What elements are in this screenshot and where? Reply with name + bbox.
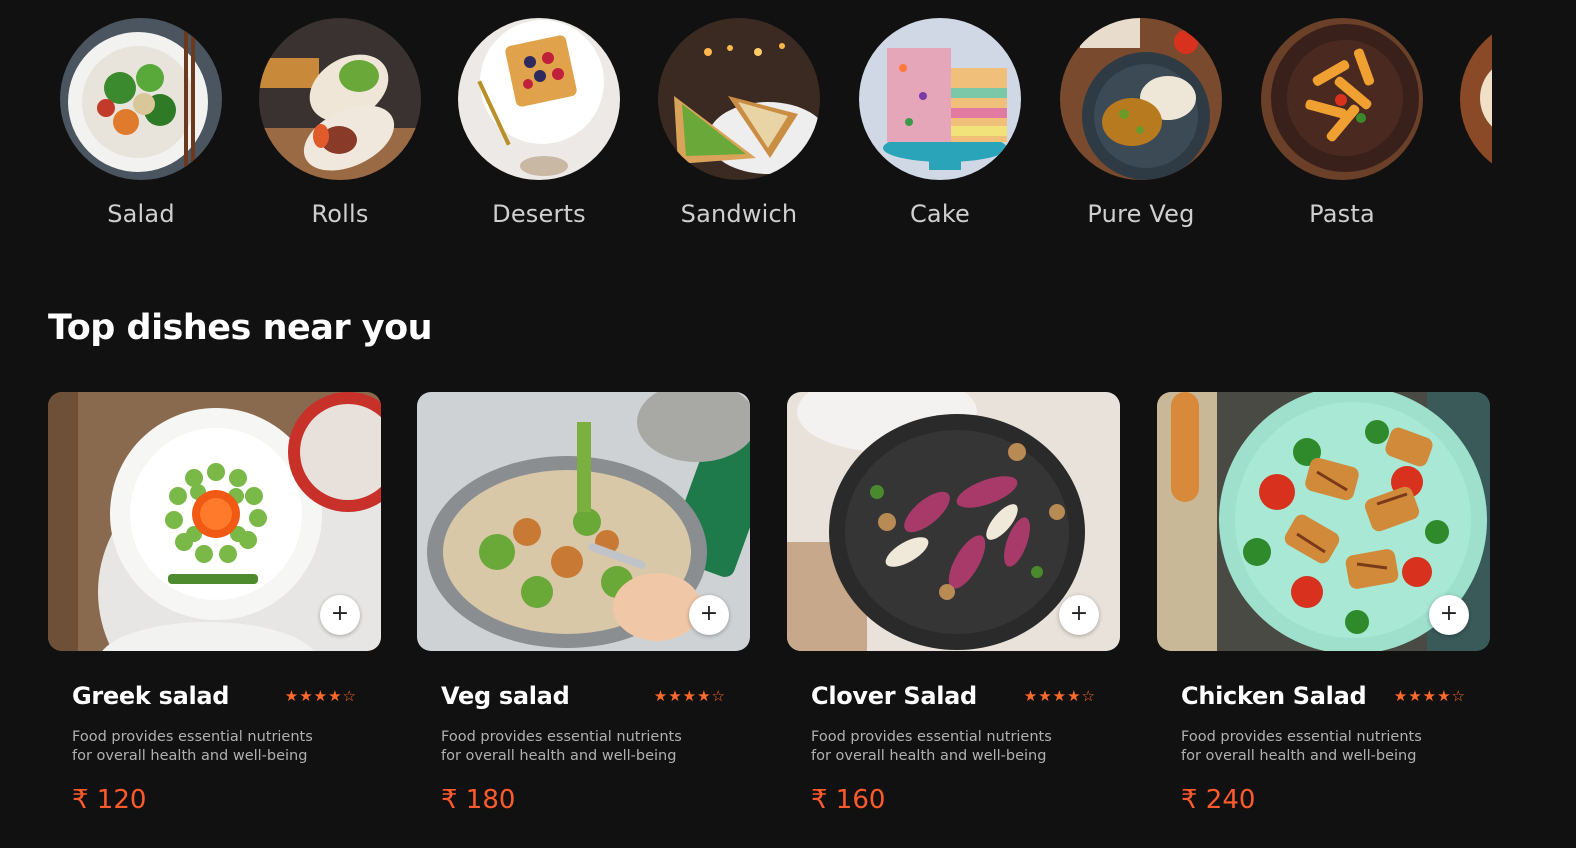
dish-description: Food provides essential nutrients for ov… — [1181, 729, 1422, 764]
pasta-image[interactable] — [1261, 18, 1423, 180]
category-cake[interactable]: Cake — [855, 18, 1025, 228]
pure-veg-image[interactable] — [1060, 18, 1222, 180]
add-to-cart-button[interactable]: + — [689, 595, 729, 635]
dish-card[interactable]: + Clover Salad ★★★★☆ Food provides essen… — [787, 392, 1120, 822]
dish-price: ₹ 160 — [811, 785, 886, 815]
category-next-partial[interactable] — [1456, 18, 1492, 180]
category-sandwich[interactable]: Sandwich — [654, 18, 824, 228]
category-label: Rolls — [311, 200, 369, 228]
dish-price: ₹ 240 — [1181, 785, 1256, 815]
category-rolls[interactable]: Rolls — [255, 18, 425, 228]
dish-description: Food provides essential nutrients for ov… — [811, 729, 1052, 764]
add-to-cart-button[interactable]: + — [1429, 595, 1469, 635]
salad-image[interactable] — [60, 18, 222, 180]
dish-photo[interactable]: + — [417, 392, 750, 651]
rating-stars: ★★★★☆ — [1023, 687, 1096, 705]
category-pasta[interactable]: Pasta — [1257, 18, 1427, 228]
rolls-image[interactable] — [259, 18, 421, 180]
dish-description: Food provides essential nutrients for ov… — [441, 729, 682, 764]
category-label: Pasta — [1309, 200, 1375, 228]
add-to-cart-button[interactable]: + — [320, 595, 360, 635]
dish-name: Greek salad — [72, 682, 230, 710]
dish-photo[interactable]: + — [48, 392, 381, 651]
dish-price: ₹ 120 — [72, 785, 147, 815]
section-title: Top dishes near you — [48, 308, 433, 348]
category-deserts[interactable]: Deserts — [454, 18, 624, 228]
sandwich-image[interactable] — [658, 18, 820, 180]
dish-name: Clover Salad — [811, 682, 977, 710]
category-label: Sandwich — [680, 200, 798, 228]
dish-card[interactable]: + Veg salad ★★★★☆ Food provides essentia… — [417, 392, 750, 822]
rating-stars: ★★★★☆ — [284, 687, 357, 705]
dish-photo[interactable]: + — [787, 392, 1120, 651]
deserts-image[interactable] — [458, 18, 620, 180]
category-label: Deserts — [492, 200, 586, 228]
category-strip[interactable]: Salad Rolls Deserts Sandwich Cake Pure V… — [0, 0, 1492, 250]
cake-image[interactable] — [859, 18, 1021, 180]
partial-category-image[interactable] — [1460, 18, 1492, 180]
dish-photo[interactable]: + — [1157, 392, 1490, 651]
category-label: Cake — [909, 200, 971, 228]
category-salad[interactable]: Salad — [56, 18, 226, 228]
category-pure-veg[interactable]: Pure Veg — [1056, 18, 1226, 228]
dish-description: Food provides essential nutrients for ov… — [72, 729, 313, 764]
dish-name: Chicken Salad — [1181, 682, 1367, 710]
dish-name: Veg salad — [441, 682, 570, 710]
rating-stars: ★★★★☆ — [653, 687, 726, 705]
dish-price: ₹ 180 — [441, 785, 516, 815]
dish-card[interactable]: + Greek salad ★★★★☆ Food provides essent… — [48, 392, 381, 822]
category-label: Pure Veg — [1087, 200, 1195, 228]
add-to-cart-button[interactable]: + — [1059, 595, 1099, 635]
dish-card[interactable]: + Chicken Salad ★★★★☆ Food provides esse… — [1157, 392, 1490, 822]
category-label: Salad — [107, 200, 175, 228]
rating-stars: ★★★★☆ — [1393, 687, 1466, 705]
page: Salad Rolls Deserts Sandwich Cake Pure V… — [0, 0, 1576, 848]
